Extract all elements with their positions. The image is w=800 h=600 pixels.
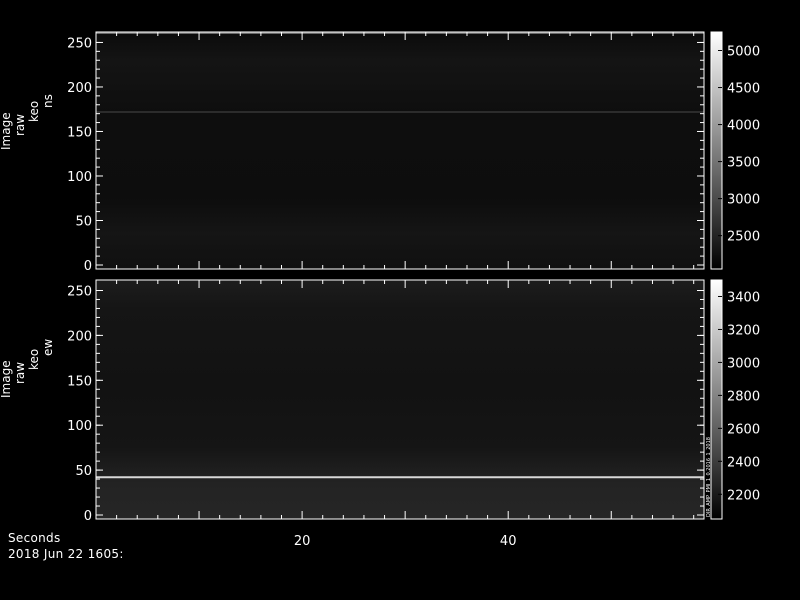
colorbar-tick-label: 5000 (727, 45, 760, 60)
ylabel-line: raw (13, 362, 27, 384)
side-note: DIR_AMP_PMI_1_0.2016_1_2018 (706, 437, 712, 517)
colorbar-tick-label: 3000 (727, 193, 760, 208)
bottom-ylabel: Imagerawkeoew (0, 339, 55, 398)
ylabel-line: Image (0, 360, 13, 398)
colorbar-tick-label: 3500 (727, 156, 760, 171)
colorbar-tick-label: 2600 (727, 422, 760, 437)
ylabel-line: keo (27, 101, 41, 122)
top-colorbar (710, 31, 723, 270)
bottom-colorbar (710, 279, 723, 520)
ylabel-line: Image (0, 112, 13, 150)
colorbar-tick-label: 2500 (727, 230, 760, 245)
colorbar-tick-label: 4000 (727, 119, 760, 134)
colorbar-tick-label: 3000 (727, 356, 760, 371)
y-tick-label: 200 (67, 329, 92, 344)
colorbar-tick-label: 2200 (727, 488, 760, 503)
ylabel-line: raw (13, 114, 27, 136)
y-tick-label: 50 (75, 214, 92, 229)
y-tick-label: 0 (84, 259, 92, 274)
y-tick-label: 150 (67, 125, 92, 140)
y-tick-label: 50 (75, 464, 92, 479)
x-axis-label: Seconds (8, 531, 61, 545)
colorbar-tick-label: 2400 (727, 455, 760, 470)
date-stamp: 2018 Jun 22 1605: (8, 547, 124, 561)
y-tick-label: 200 (67, 81, 92, 96)
x-tick-label: 20 (294, 534, 311, 549)
ylabel-line: keo (27, 349, 41, 370)
colorbar-tick-label: 3200 (727, 323, 760, 338)
top-heatmap (96, 32, 704, 269)
y-tick-label: 100 (67, 170, 92, 185)
colorbar-tick-label: 4500 (727, 82, 760, 97)
ylabel-line: ew (41, 339, 55, 356)
top-ylabel: Imagerawkeons (0, 94, 55, 150)
bottom-heatmap (96, 280, 704, 519)
colorbar-tick-label: 3400 (727, 290, 760, 305)
bottom-colorbar-ticks: 2200 2400 2600 2800 3000 3200 3400 (718, 290, 760, 503)
y-tick-label: 250 (67, 36, 92, 51)
x-tick-label: 40 (500, 534, 517, 549)
top-panel: 0 50 100 150 200 250 Imagerawkeons 2500 3000 35… (0, 31, 760, 274)
top-colorbar-ticks: 2500 3000 3500 4000 4500 5000 (718, 45, 760, 245)
y-tick-label: 150 (67, 374, 92, 389)
bottom-panel: 050100150200250 20 40 Imagerawkeoew 22002… (0, 279, 760, 549)
colorbar-tick-label: 2800 (727, 389, 760, 404)
ylabel-line: ns (41, 94, 55, 108)
y-tick-label: 100 (67, 419, 92, 434)
y-tick-label: 0 (84, 509, 92, 524)
y-tick-label: 250 (67, 284, 92, 299)
keogram-figure: 050100150200250 Imagerawkeons 2500300035… (0, 31, 760, 549)
